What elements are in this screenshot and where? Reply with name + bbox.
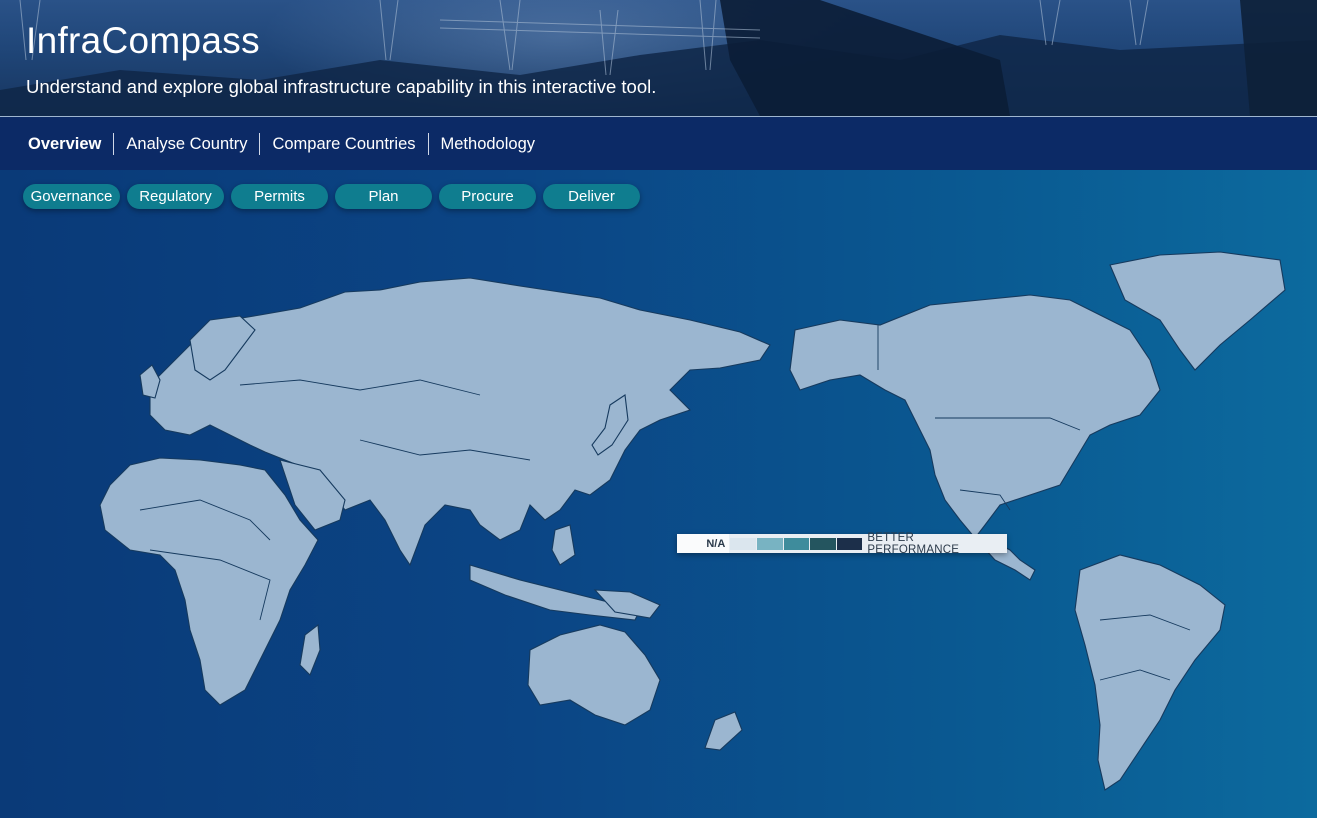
legend-swatch-5 [836, 537, 863, 550]
pill-procure[interactable]: Procure [439, 184, 536, 209]
app-subtitle: Understand and explore global infrastruc… [26, 76, 657, 97]
nav-methodology[interactable]: Methodology [429, 133, 547, 155]
world-map[interactable] [0, 220, 1317, 818]
legend-na-label: N/A [677, 534, 730, 553]
filter-pills: Governance Regulatory Permits Plan Procu… [23, 184, 640, 210]
new-zealand [704, 711, 743, 751]
main-nav: Overview Analyse Country Compare Countri… [0, 117, 1317, 170]
legend-swatch-3 [783, 537, 810, 550]
legend-swatch-2 [756, 537, 783, 550]
nav-analyse-country[interactable]: Analyse Country [114, 132, 261, 155]
south-america [1074, 554, 1226, 791]
pill-plan[interactable]: Plan [335, 184, 432, 209]
pill-governance[interactable]: Governance [23, 184, 120, 209]
pill-deliver[interactable]: Deliver [543, 184, 640, 209]
nav-overview[interactable]: Overview [16, 132, 115, 155]
philippines [551, 524, 576, 566]
pill-permits[interactable]: Permits [231, 184, 328, 209]
app-title: InfraCompass [26, 20, 260, 61]
legend-swatch-4 [810, 537, 836, 550]
hero-banner: InfraCompass Understand and explore glob… [0, 0, 1317, 116]
pill-regulatory[interactable]: Regulatory [127, 184, 224, 209]
legend-better-performance-label: BETTER PERFORMANCE [867, 531, 960, 556]
australia [527, 624, 661, 726]
madagascar [299, 623, 321, 676]
africa [99, 457, 319, 706]
north-america [789, 294, 1161, 539]
nav-compare-countries[interactable]: Compare Countries [260, 132, 429, 155]
map-legend: N/A BETTER PERFORMANCE [677, 531, 1007, 556]
legend-swatch-1 [730, 537, 756, 550]
